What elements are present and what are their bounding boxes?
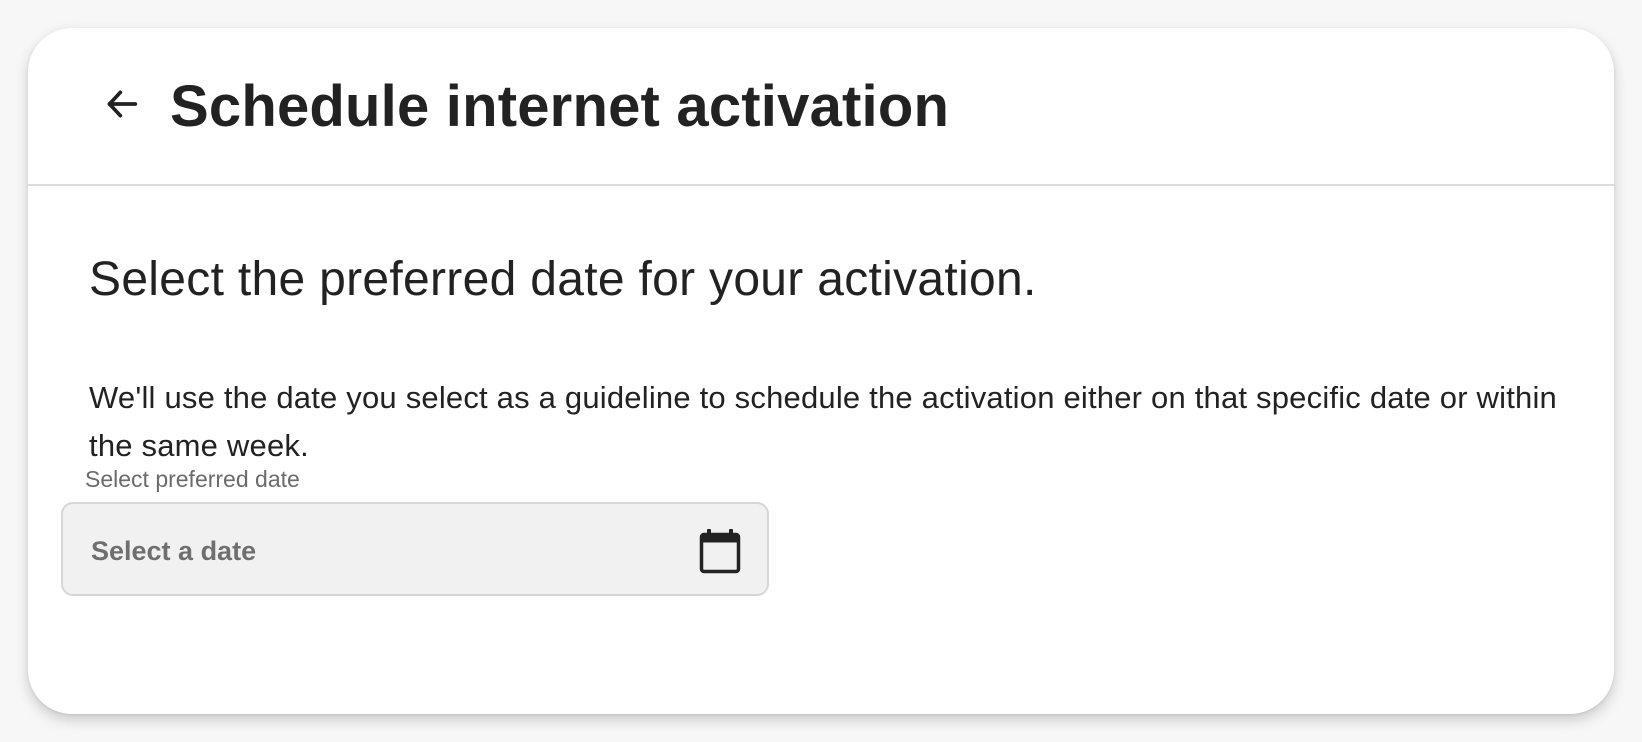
card-header: Schedule internet activation — [28, 28, 1614, 186]
page-title: Schedule internet activation — [170, 74, 950, 139]
arrow-left-icon — [102, 84, 142, 129]
section-heading: Select the preferred date for your activ… — [89, 253, 1037, 306]
schedule-activation-card: Schedule internet activation Select the … — [28, 28, 1614, 714]
date-placeholder: Select a date — [91, 536, 257, 566]
calendar-icon[interactable] — [699, 528, 741, 574]
date-picker-input[interactable]: Select a date — [61, 502, 769, 596]
back-button[interactable] — [94, 78, 150, 134]
date-field-label: Select preferred date — [85, 466, 300, 492]
description-text: We'll use the date you select as a guide… — [89, 380, 1557, 463]
